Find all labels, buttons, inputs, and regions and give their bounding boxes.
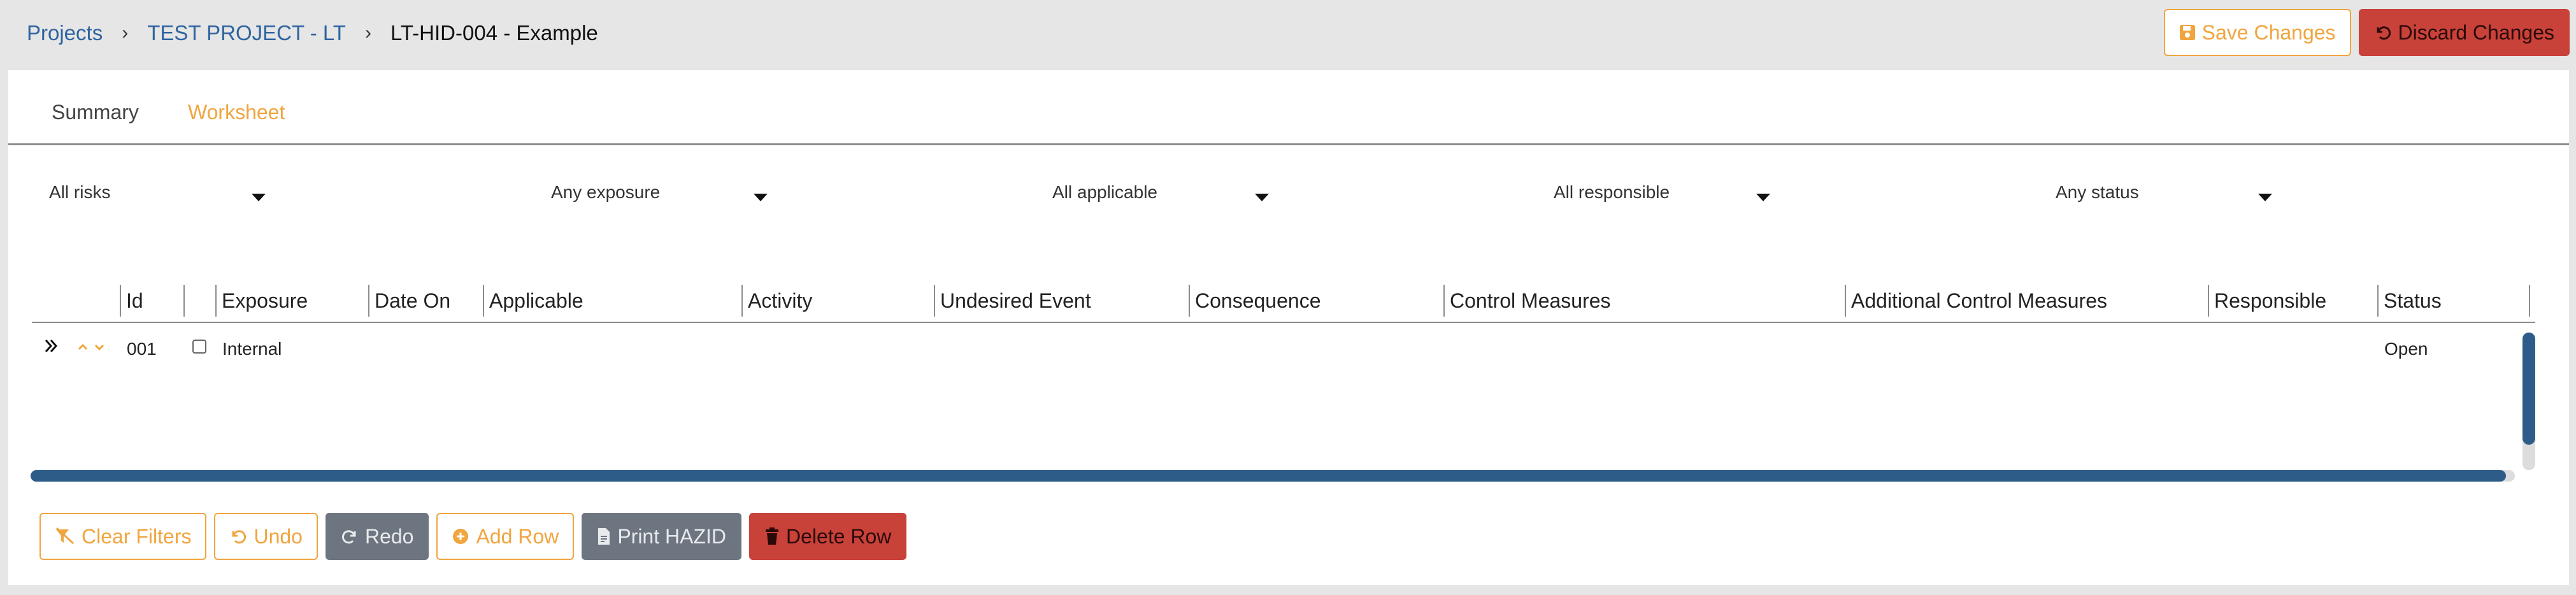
column-header-undesired-event[interactable]: Undesired Event xyxy=(934,285,1091,317)
breadcrumb-projects-link[interactable]: Projects xyxy=(27,21,103,45)
table-row[interactable]: 001 Internal Open xyxy=(32,335,2516,367)
column-header-consequence[interactable]: Consequence xyxy=(1189,285,1320,317)
horizontal-scrollbar[interactable] xyxy=(31,470,2515,482)
undo-button[interactable]: Undo xyxy=(214,513,318,560)
chevron-down-icon xyxy=(1255,194,1269,201)
column-header-exposure[interactable]: Exposure xyxy=(215,285,308,317)
chevron-down-icon xyxy=(2258,194,2272,201)
breadcrumb: Projects › TEST PROJECT - LT › LT-HID-00… xyxy=(27,18,598,48)
undo-icon xyxy=(2377,26,2391,40)
row-status-cell: Open xyxy=(2384,339,2428,359)
table-header: Id Exposure Date On Applicable Activity … xyxy=(32,278,2535,323)
print-hazid-label: Print HAZID xyxy=(617,524,726,548)
horizontal-scrollbar-thumb[interactable] xyxy=(31,470,2506,482)
status-filter-select[interactable]: Any status xyxy=(2056,182,2272,214)
undo-label: Undo xyxy=(254,524,303,548)
discard-changes-label: Discard Changes xyxy=(2398,20,2554,44)
responsible-filter-value: All responsible xyxy=(1554,182,1670,202)
vertical-scrollbar[interactable] xyxy=(2522,333,2535,470)
row-id-cell: 001 xyxy=(127,339,157,359)
top-actions: Save Changes Discard Changes xyxy=(2163,9,2570,56)
column-header-end xyxy=(2529,285,2530,317)
applicable-filter-select[interactable]: All applicable xyxy=(1052,182,1269,214)
redo-icon xyxy=(341,530,356,544)
print-hazid-button[interactable]: Print HAZID xyxy=(582,513,741,560)
column-header-id[interactable]: Id xyxy=(120,285,143,317)
page-title: LT-HID-004 - Example xyxy=(390,21,598,45)
column-header-control-measures[interactable]: Control Measures xyxy=(1443,285,1611,317)
plus-circle-icon xyxy=(453,529,469,544)
risk-filter-select[interactable]: All risks xyxy=(49,182,266,214)
applicable-filter-value: All applicable xyxy=(1052,182,1157,202)
save-changes-button[interactable]: Save Changes xyxy=(2163,9,2351,56)
move-row-up-icon[interactable] xyxy=(76,338,89,358)
expand-row-icon[interactable] xyxy=(43,336,60,360)
column-header-checkbox xyxy=(183,285,185,317)
move-row-down-icon[interactable] xyxy=(93,338,106,358)
top-bar: Projects › TEST PROJECT - LT › LT-HID-00… xyxy=(0,0,2576,69)
discard-changes-button[interactable]: Discard Changes xyxy=(2358,9,2570,56)
exposure-filter-value: Any exposure xyxy=(551,182,661,202)
breadcrumb-project-link[interactable]: TEST PROJECT - LT xyxy=(147,21,346,45)
column-header-date-on[interactable]: Date On xyxy=(368,285,450,317)
delete-row-label: Delete Row xyxy=(786,524,892,548)
column-header-responsible[interactable]: Responsible xyxy=(2208,285,2326,317)
status-filter-value: Any status xyxy=(2056,182,2139,202)
worksheet-actions: Clear Filters Undo Redo Add Row Print HA… xyxy=(39,513,907,560)
clear-filters-button[interactable]: Clear Filters xyxy=(39,513,207,560)
column-header-status[interactable]: Status xyxy=(2377,285,2442,317)
redo-button[interactable]: Redo xyxy=(325,513,429,560)
chevron-down-icon xyxy=(1756,194,1770,201)
breadcrumb-separator: › xyxy=(122,22,129,43)
floppy-disk-icon xyxy=(2179,25,2195,40)
row-exposure-cell: Internal xyxy=(222,339,282,359)
add-row-button[interactable]: Add Row xyxy=(436,513,575,560)
tab-bar: Summary Worksheet xyxy=(8,70,2569,145)
row-select-checkbox[interactable] xyxy=(192,338,206,358)
save-changes-label: Save Changes xyxy=(2201,20,2336,44)
chevron-down-icon xyxy=(754,194,768,201)
clear-filters-label: Clear Filters xyxy=(82,524,192,548)
tab-summary[interactable]: Summary xyxy=(52,101,139,124)
column-header-additional-control-measures[interactable]: Additional Control Measures xyxy=(1845,285,2107,317)
undo-icon xyxy=(232,530,247,544)
trash-icon xyxy=(766,527,778,545)
delete-row-button[interactable]: Delete Row xyxy=(749,513,907,560)
file-pdf-icon xyxy=(598,528,610,545)
responsible-filter-select[interactable]: All responsible xyxy=(1554,182,1770,214)
vertical-scrollbar-thumb[interactable] xyxy=(2522,333,2535,445)
column-header-activity[interactable]: Activity xyxy=(741,285,812,317)
filter-clear-icon xyxy=(55,527,75,545)
breadcrumb-separator: › xyxy=(364,22,371,43)
chevron-down-icon xyxy=(252,194,266,201)
tab-worksheet[interactable]: Worksheet xyxy=(188,101,285,124)
column-header-applicable[interactable]: Applicable xyxy=(483,285,583,317)
redo-label: Redo xyxy=(364,524,414,548)
risk-filter-value: All risks xyxy=(49,182,111,202)
main-panel: Summary Worksheet All risks Any exposure… xyxy=(8,70,2569,585)
exposure-filter-select[interactable]: Any exposure xyxy=(551,182,768,214)
add-row-label: Add Row xyxy=(476,524,559,548)
